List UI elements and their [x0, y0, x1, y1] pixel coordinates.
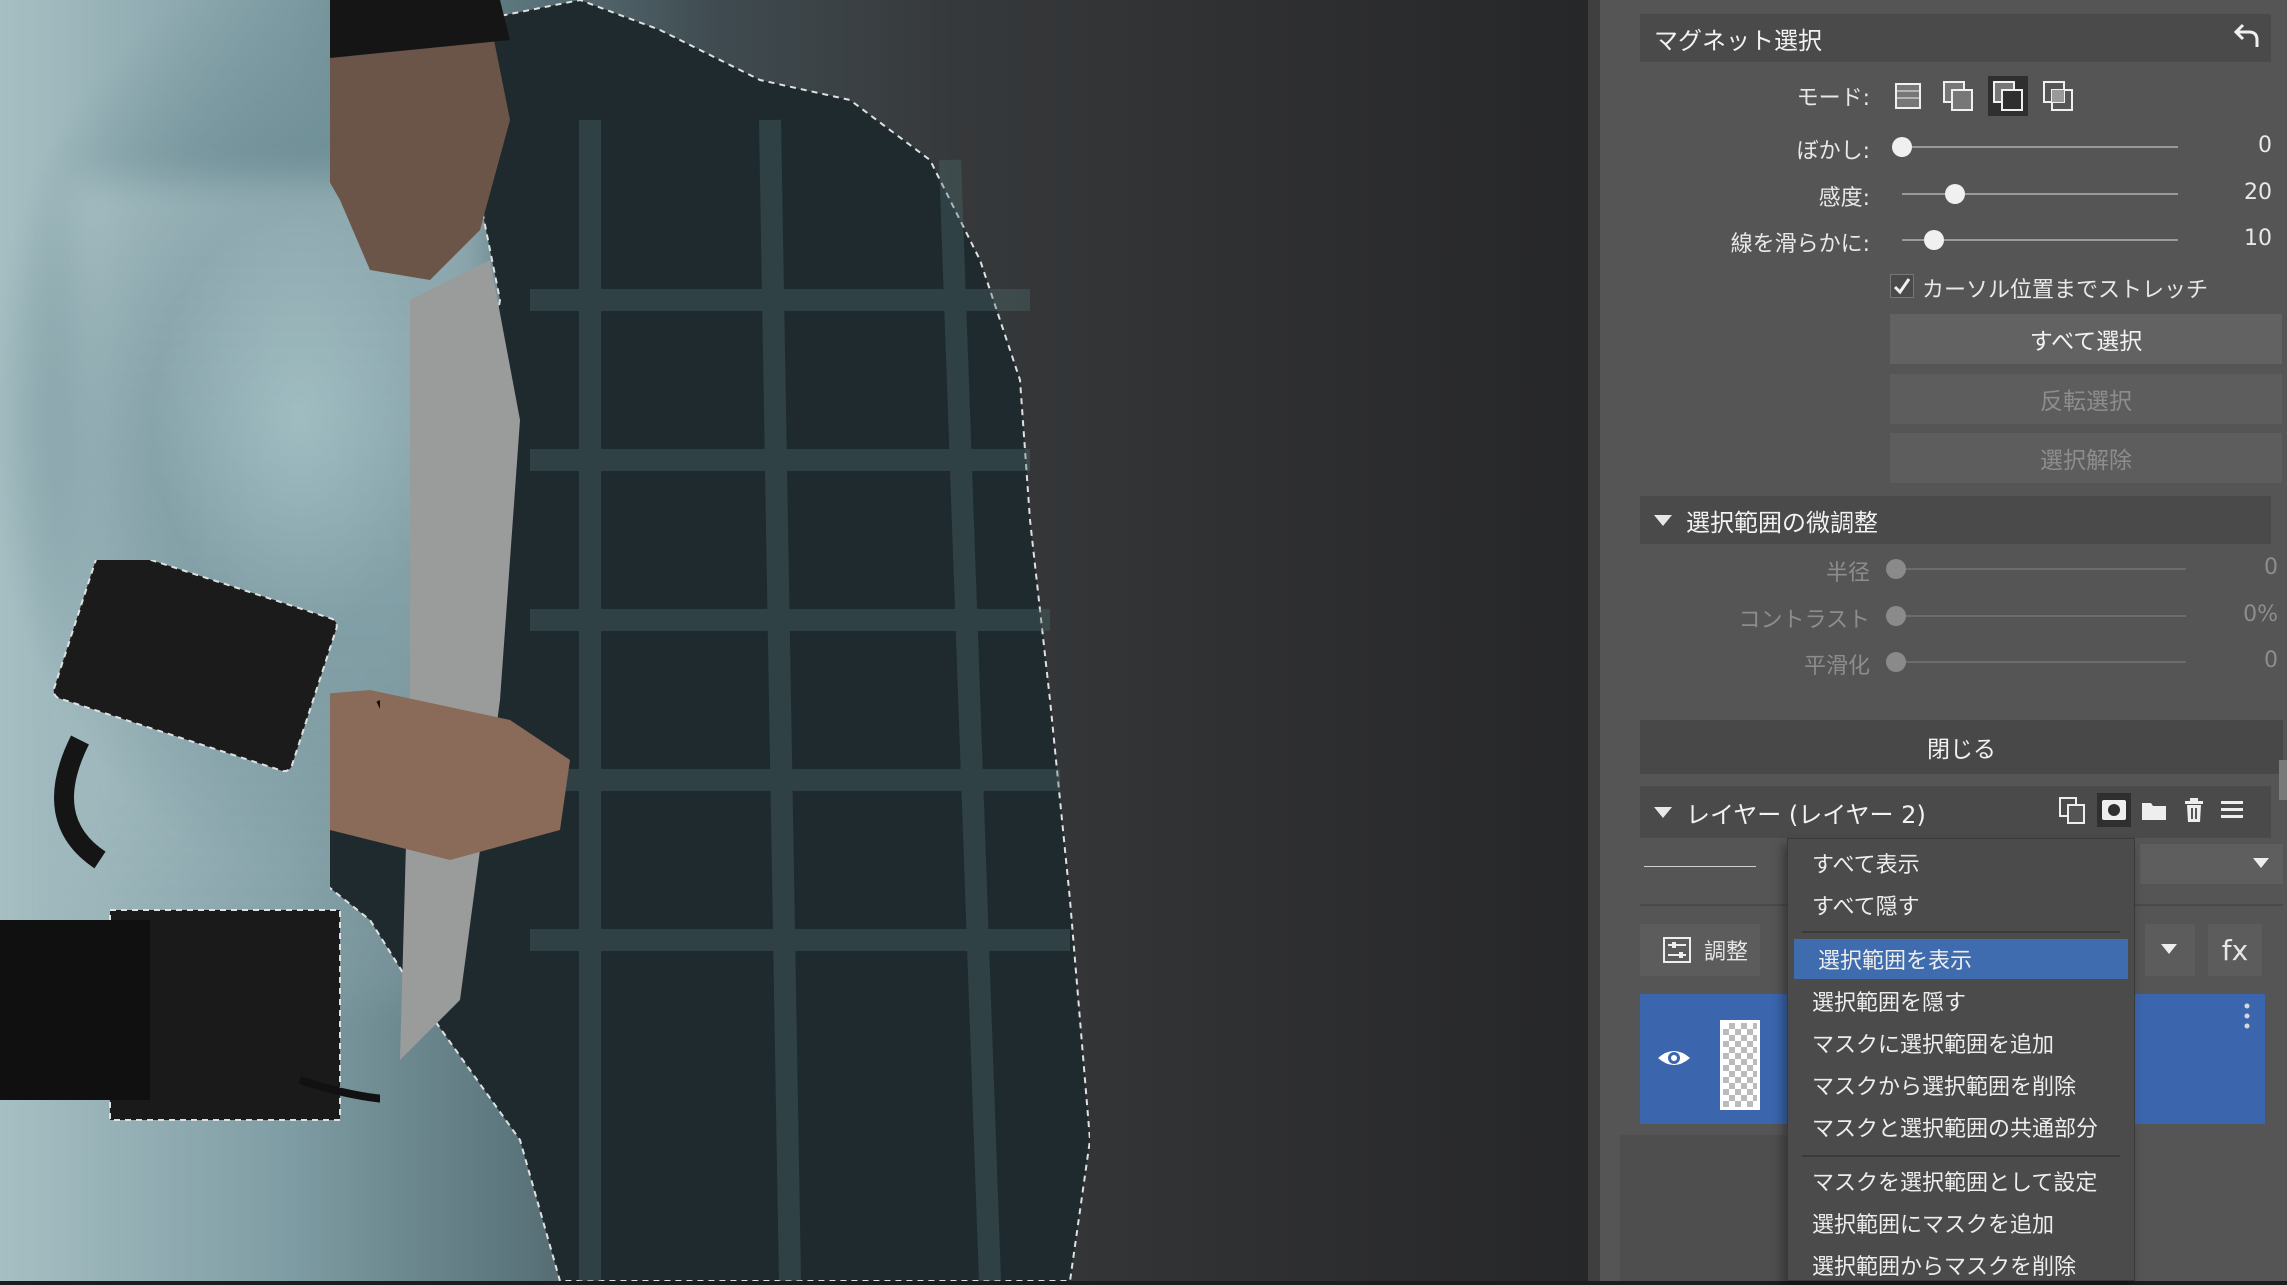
new-selection-icon[interactable]: [1888, 76, 1928, 116]
sensitivity-slider-track[interactable]: [1902, 193, 2178, 195]
intersect-selection-icon[interactable]: [2038, 76, 2078, 116]
menu-item-add-mask-to-selection[interactable]: 選択範囲にマスクを追加: [1788, 1203, 2134, 1243]
refine-selection-header[interactable]: 選択範囲の微調整: [1640, 496, 2271, 544]
smooth-value: 10: [2244, 226, 2272, 251]
menu-item-set-mask-as-selection[interactable]: マスクを選択範囲として設定: [1788, 1161, 2134, 1201]
collapse-triangle-icon[interactable]: [1654, 514, 1672, 526]
menu-item-intersect-mask-selection[interactable]: マスクと選択範囲の共通部分: [1788, 1107, 2134, 1147]
chevron-down-icon: [2253, 858, 2269, 868]
panel-scrollbar[interactable]: [2279, 760, 2287, 800]
photo-subject: [330, 0, 1090, 1281]
blend-line: [1644, 866, 1756, 867]
menu-separator: [1802, 931, 2120, 933]
fx-button[interactable]: fx: [2208, 924, 2262, 976]
smooth-label: 線を滑らかに:: [1730, 232, 1870, 257]
blur-label: ぼかし:: [1796, 139, 1870, 164]
radius-value: 0: [2264, 555, 2278, 580]
stretch-label: カーソル位置までストレッチ: [1922, 278, 2209, 303]
smoothing-value: 0: [2264, 648, 2278, 673]
context-menu: すべて表示 すべて隠す 選択範囲を表示 選択範囲を隠す マスクに選択範囲を追加 …: [1787, 838, 2135, 1281]
layer-row[interactable]: [1620, 1135, 1790, 1281]
sensitivity-value: 20: [2244, 180, 2272, 205]
sensitivity-label: 感度:: [1818, 186, 1870, 211]
blur-slider-knob[interactable]: [1892, 137, 1912, 157]
contrast-slider-track[interactable]: [1896, 615, 2186, 617]
magnet-selection-title: マグネット選択: [1654, 26, 1822, 55]
adjust-icon: [1663, 937, 1691, 963]
smoothing-slider-track[interactable]: [1896, 661, 2186, 663]
blend-mode-select[interactable]: [2140, 844, 2283, 884]
more-vertical-icon[interactable]: [2243, 1002, 2251, 1030]
eye-icon[interactable]: [1656, 1046, 1692, 1070]
subtract-selection-icon[interactable]: [1988, 76, 2028, 116]
smooth-slider-knob[interactable]: [1923, 230, 1944, 250]
camera-rig: [0, 560, 380, 1121]
contrast-label: コントラスト: [1738, 608, 1870, 633]
blur-value: 0: [2258, 133, 2272, 158]
menu-item-show-all[interactable]: すべて表示: [1788, 843, 2134, 883]
image-canvas[interactable]: [0, 0, 1588, 1281]
menu-separator: [1802, 1155, 2120, 1157]
menu-item-remove-selection-from-mask[interactable]: マスクから選択範囲を削除: [1788, 1065, 2134, 1105]
menu-item-remove-mask-from-selection[interactable]: 選択範囲からマスクを削除: [1788, 1245, 2134, 1285]
undo-icon[interactable]: [2233, 21, 2261, 55]
layers-title: レイヤー (レイヤー 2): [1686, 800, 1926, 829]
smoothing-slider-knob[interactable]: [1886, 652, 1906, 672]
adjust-label: 調整: [1704, 940, 1749, 965]
layer-thumbnail[interactable]: [1720, 1020, 1760, 1110]
close-button[interactable]: 閉じる: [1640, 720, 2283, 774]
stretch-checkbox[interactable]: [1890, 274, 1914, 298]
adjust-button[interactable]: 調整: [1640, 924, 1760, 976]
deselect-button[interactable]: 選択解除: [1890, 433, 2282, 483]
mode-label: モード:: [1796, 86, 1870, 111]
radius-slider-knob[interactable]: [1886, 559, 1906, 579]
radius-label: 半径: [1825, 561, 1870, 586]
menu-item-hide-all[interactable]: すべて隠す: [1788, 885, 2134, 925]
duplicate-layer-icon[interactable]: [2055, 793, 2089, 827]
invert-selection-button[interactable]: 反転選択: [1890, 374, 2282, 424]
refine-selection-title: 選択範囲の微調整: [1686, 508, 1878, 537]
chevron-down-icon: [2161, 944, 2177, 954]
add-selection-icon[interactable]: [1938, 76, 1978, 116]
contrast-slider-knob[interactable]: [1886, 606, 1906, 626]
collapse-triangle-icon[interactable]: [1654, 806, 1672, 818]
smoothing-label: 平滑化: [1803, 654, 1870, 679]
magnet-selection-header: マグネット選択: [1640, 14, 2271, 62]
menu-icon[interactable]: [2215, 793, 2249, 827]
menu-item-show-selection[interactable]: 選択範囲を表示: [1794, 939, 2128, 979]
blur-slider-track[interactable]: [1902, 146, 2178, 148]
contrast-value: 0%: [2243, 602, 2278, 627]
adjust-dropdown[interactable]: [2145, 924, 2195, 976]
radius-slider-track[interactable]: [1896, 568, 2186, 570]
sensitivity-slider-knob[interactable]: [1945, 184, 1966, 204]
menu-item-hide-selection[interactable]: 選択範囲を隠す: [1788, 981, 2134, 1021]
menu-item-add-selection-to-mask[interactable]: マスクに選択範囲を追加: [1788, 1023, 2134, 1063]
layer-mask-icon[interactable]: [2097, 793, 2131, 827]
select-all-button[interactable]: すべて選択: [1890, 314, 2282, 364]
trash-icon[interactable]: [2177, 793, 2211, 827]
checkmark-icon: [1893, 278, 1911, 295]
folder-icon[interactable]: [2137, 793, 2171, 827]
